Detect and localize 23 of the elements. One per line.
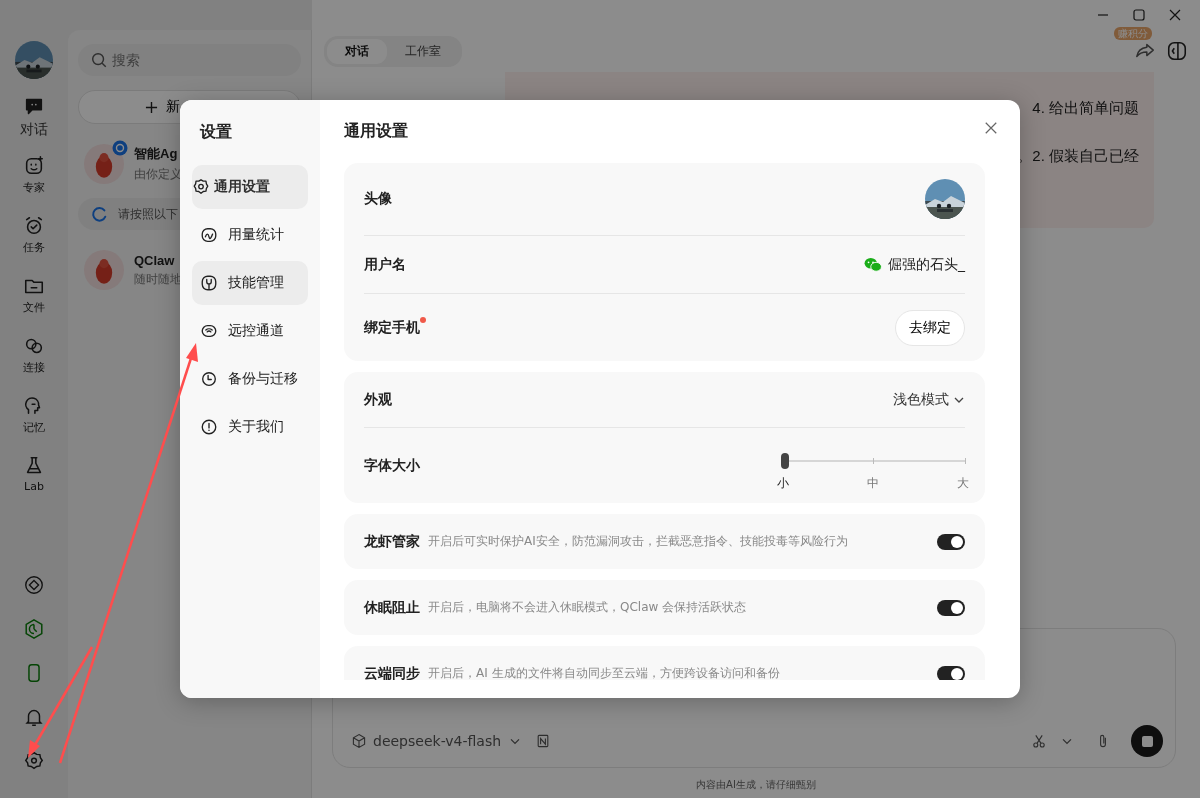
- setting-label: 龙虾管家: [364, 532, 420, 551]
- section-title: 通用设置: [344, 121, 408, 142]
- setting-label: 绑定手机: [364, 318, 420, 337]
- setting-label: 头像: [364, 190, 392, 208]
- setting-label: 云端同步: [364, 664, 420, 680]
- tick-label: 大: [957, 475, 969, 492]
- setting-description: 开启后，AI 生成的文件将自动同步至云端，方便跨设备访问和备份: [428, 665, 780, 680]
- conversation-subtitle: 由你定义: [134, 166, 182, 183]
- setting-label: 外观: [364, 390, 392, 409]
- message-text: 4. 给出简单问题: [1032, 98, 1139, 118]
- conversation-title: QClaw: [134, 252, 176, 268]
- dialog-title: 设置: [198, 121, 233, 143]
- username-text: 倔强的石头_: [888, 255, 965, 274]
- disclaimer-text: 内容由AI生成，请仔细甄别: [695, 778, 817, 792]
- setting-label: 字体大小: [364, 456, 420, 475]
- tick-label: 小: [777, 475, 789, 492]
- setting-description: 开启后，电脑将不会进入休眠模式，QClaw 会保持活跃状态: [428, 599, 747, 616]
- setting-label: 休眠阻止: [364, 598, 420, 617]
- setting-label: 用户名: [364, 255, 406, 274]
- setting-description: 开启后可实时保护AI安全，防范漏洞攻击，拦截恶意指令、技能投毒等风险行为: [428, 533, 848, 550]
- progress-text: 请按照以下: [118, 205, 178, 223]
- tick-label: 中: [867, 475, 879, 492]
- conversation-title: 智能Ag: [134, 145, 179, 163]
